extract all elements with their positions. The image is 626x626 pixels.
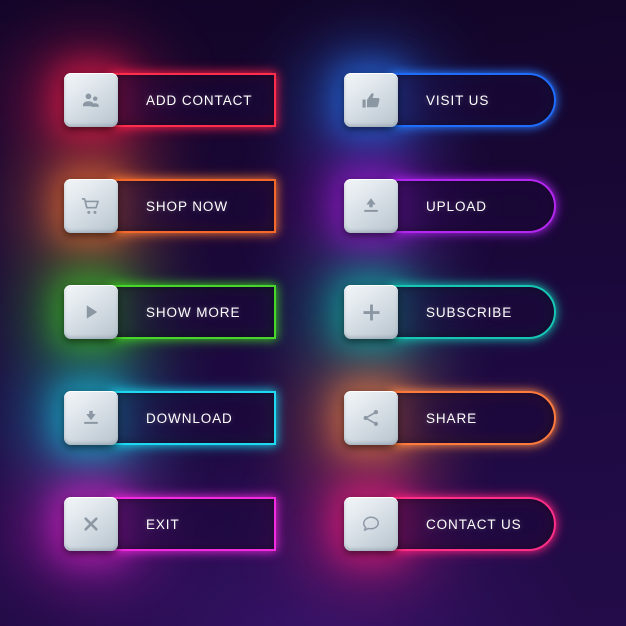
icon-tile-subscribe[interactable] <box>344 285 398 339</box>
visit-us-label: VISIT US <box>426 92 490 108</box>
icon-tile-share[interactable] <box>344 391 398 445</box>
contact-us-button[interactable]: CONTACT US <box>334 487 556 561</box>
icon-tile-exit[interactable] <box>64 497 118 551</box>
shopping-cart-icon <box>80 195 103 218</box>
upload-button[interactable]: UPLOAD <box>334 169 556 243</box>
shop-now-button[interactable]: SHOP NOW <box>54 169 276 243</box>
neon-button-board: ADD CONTACT VISIT US SHOP NOW UPLOAD SHOW MO… <box>0 0 626 626</box>
download-label: DOWNLOAD <box>146 410 233 426</box>
subscribe-label: SUBSCRIBE <box>426 304 513 320</box>
contacts-icon <box>80 89 102 111</box>
download-button[interactable]: DOWNLOAD <box>54 381 276 455</box>
icon-tile-visit-us[interactable] <box>344 73 398 127</box>
show-more-button[interactable]: SHOW MORE <box>54 275 276 349</box>
add-contact-button[interactable]: ADD CONTACT <box>54 63 276 137</box>
subscribe-button[interactable]: SUBSCRIBE <box>334 275 556 349</box>
share-label: SHARE <box>426 410 478 426</box>
icon-tile-contact-us[interactable] <box>344 497 398 551</box>
upload-label: UPLOAD <box>426 198 487 214</box>
thumbs-up-icon <box>360 89 383 112</box>
exit-button[interactable]: EXIT <box>54 487 276 561</box>
neon-frame <box>110 497 276 551</box>
close-icon <box>80 513 102 535</box>
play-icon <box>80 301 102 323</box>
share-button[interactable]: SHARE <box>334 381 556 455</box>
download-icon <box>80 407 102 429</box>
icon-tile-show-more[interactable] <box>64 285 118 339</box>
upload-icon <box>360 195 382 217</box>
add-contact-label: ADD CONTACT <box>146 92 253 108</box>
shop-now-label: SHOP NOW <box>146 198 228 214</box>
share-icon <box>360 407 382 429</box>
exit-label: EXIT <box>146 516 180 532</box>
icon-tile-add-contact[interactable] <box>64 73 118 127</box>
icon-tile-download[interactable] <box>64 391 118 445</box>
plus-icon <box>360 301 383 324</box>
show-more-label: SHOW MORE <box>146 304 241 320</box>
icon-tile-shop-now[interactable] <box>64 179 118 233</box>
contact-us-label: CONTACT US <box>426 516 522 532</box>
chat-bubble-icon <box>360 513 382 535</box>
icon-tile-upload[interactable] <box>344 179 398 233</box>
visit-us-button[interactable]: VISIT US <box>334 63 556 137</box>
